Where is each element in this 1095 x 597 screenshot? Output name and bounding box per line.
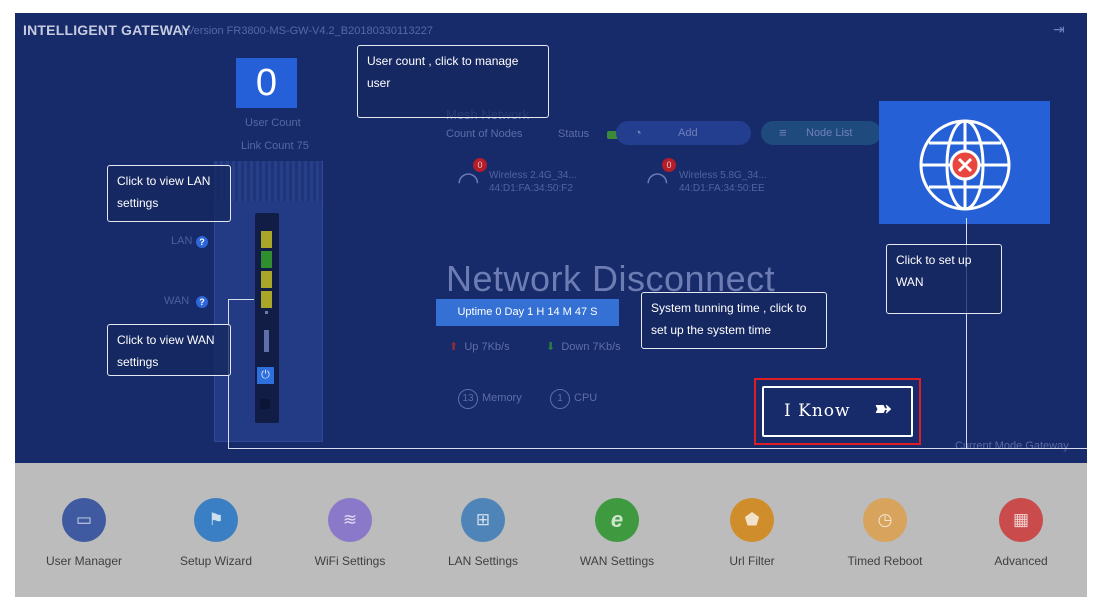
nav-label: Advanced: [994, 554, 1048, 568]
nav-url-filter[interactable]: ⬟ Url Filter: [692, 498, 812, 568]
nav-timed-reboot[interactable]: ◷ Timed Reboot: [825, 498, 945, 568]
node-name: Wireless 5.8G_34...: [679, 170, 767, 181]
cpu-gauge: 1 CPU: [550, 389, 597, 409]
arrow-right-icon: ➽: [874, 397, 893, 422]
globe-disconnected-icon: [919, 119, 1011, 211]
user-count-tooltip: User count , click to manage user: [357, 45, 549, 118]
memory-gauge: 13 Memory: [458, 389, 522, 409]
nav-label: WiFi Settings: [314, 554, 386, 568]
grid-icon: ▦: [999, 498, 1043, 542]
help-icon[interactable]: ?: [196, 236, 208, 248]
wifi-node-icon[interactable]: ◠ 0: [457, 158, 487, 197]
memory-value: 13: [458, 389, 478, 409]
version-text: | Version FR3800-MS-GW-V4.2_B20180330113…: [181, 25, 433, 37]
lan-port[interactable]: [261, 271, 272, 288]
gateway-frame: INTELLIGENT GATEWAY | Version FR3800-MS-…: [15, 13, 1087, 597]
link-count-label: Link Count 75: [241, 140, 309, 152]
guide-line: [955, 448, 1087, 449]
nav-lan-settings[interactable]: ⊞ LAN Settings: [423, 498, 543, 568]
node-badge: 0: [662, 158, 676, 172]
set-wan-tooltip: Click to set up WAN: [886, 244, 1002, 314]
list-icon: ≡: [779, 125, 787, 140]
download-rate: ⬇ Down 7Kb/s: [546, 340, 621, 353]
node-list-label: Node List: [806, 127, 853, 139]
nav-label: Setup Wizard: [179, 554, 253, 568]
lan-port-active[interactable]: [261, 251, 272, 268]
lan-tooltip: Click to view LAN settings: [107, 165, 231, 222]
user-count-label: User Count: [245, 117, 301, 129]
down-arrow-icon: ⬇: [546, 341, 556, 353]
cpu-value: 1: [550, 389, 570, 409]
help-icon[interactable]: ?: [196, 296, 208, 308]
network-icon: ⊞: [461, 498, 505, 542]
nav-label: LAN Settings: [447, 554, 519, 568]
upload-rate-text: Up 7Kb/s: [464, 341, 510, 353]
count-of-nodes-label: Count of Nodes: [446, 128, 523, 140]
cpu-label: CPU: [574, 392, 598, 404]
add-node-label: Add: [678, 127, 698, 139]
nav-setup-wizard[interactable]: ⚑ Setup Wizard: [156, 498, 276, 568]
node-badge: 0: [473, 158, 487, 172]
i-know-label: I Know: [784, 401, 851, 421]
ie-icon: e: [595, 498, 639, 542]
nav-advanced[interactable]: ▦ Advanced: [961, 498, 1081, 568]
status-label: Status: [558, 128, 590, 140]
dashboard-panel: INTELLIGENT GATEWAY | Version FR3800-MS-…: [15, 13, 1087, 463]
clock-icon: ◷: [863, 498, 907, 542]
nav-label: Timed Reboot: [847, 554, 923, 568]
add-node-button[interactable]: ◔ Add: [616, 121, 751, 145]
wifi-node-icon[interactable]: ◠ 0: [646, 158, 676, 197]
power-icon[interactable]: ⏻: [257, 367, 274, 384]
nav-wifi-settings[interactable]: ≋ WiFi Settings: [290, 498, 410, 568]
wan-tooltip: Click to view WAN settings: [107, 324, 231, 376]
lan-label[interactable]: LAN: [171, 235, 192, 247]
monitor-icon: ▭: [62, 498, 106, 542]
wan-status-card[interactable]: [879, 101, 1050, 224]
status-light: [265, 311, 268, 314]
wan-port[interactable]: [261, 291, 272, 308]
upload-rate: ⬆ Up 7Kb/s: [449, 340, 510, 353]
guide-line: [228, 448, 967, 449]
node-mac: 44:D1:FA:34:50:F2: [489, 183, 573, 194]
brand-title: INTELLIGENT GATEWAY: [23, 22, 191, 38]
nav-label: Url Filter: [729, 554, 775, 568]
power-jack: [260, 399, 270, 409]
nav-wan-settings[interactable]: e WAN Settings: [557, 498, 677, 568]
lan-port[interactable]: [261, 231, 272, 248]
nav-label: User Manager: [45, 554, 123, 568]
clock-icon: ◔: [634, 125, 642, 140]
flag-icon: ⚑: [194, 498, 238, 542]
node-name: Wireless 2.4G_34...: [489, 170, 577, 181]
nav-label: WAN Settings: [579, 554, 655, 568]
memory-label: Memory: [482, 392, 522, 404]
logout-icon[interactable]: ⇥: [1053, 21, 1065, 38]
wan-label[interactable]: WAN: [164, 295, 189, 307]
node-mac: 44:D1:FA:34:50:EE: [679, 183, 765, 194]
uptime-button[interactable]: Uptime 0 Day 1 H 14 M 47 S: [436, 299, 619, 326]
system-time-tooltip: System tunning time , click to set up th…: [641, 292, 827, 349]
wifi-icon: ≋: [328, 498, 372, 542]
node-list-button[interactable]: ≡ Node List: [761, 121, 881, 145]
current-mode: Current Mode Gateway: [955, 440, 1069, 452]
download-rate-text: Down 7Kb/s: [561, 341, 621, 353]
i-know-button[interactable]: I Know ➽: [762, 386, 913, 437]
up-arrow-icon: ⬆: [449, 341, 459, 353]
user-count-value[interactable]: 0: [236, 58, 297, 108]
guide-line: [228, 299, 254, 300]
usb-slot: [264, 330, 269, 352]
nav-user-manager[interactable]: ▭ User Manager: [24, 498, 144, 568]
shield-icon: ⬟: [730, 498, 774, 542]
